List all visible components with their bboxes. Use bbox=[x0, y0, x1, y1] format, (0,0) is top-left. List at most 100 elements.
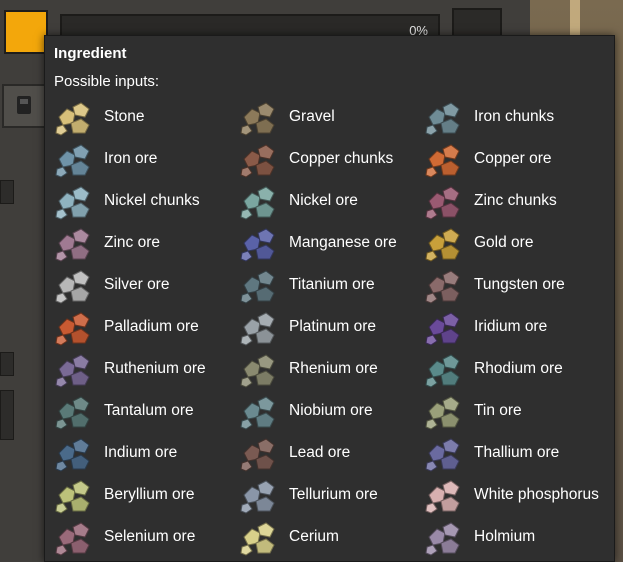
thallium-ore-icon bbox=[425, 438, 460, 472]
ingredient-label: Selenium ore bbox=[104, 528, 196, 545]
ingredient-item: Rhodium ore bbox=[423, 348, 608, 390]
ingredient-item: Stone bbox=[53, 96, 238, 138]
ingredient-item: Rhenium ore bbox=[238, 348, 423, 390]
ingredient-label: Ruthenium ore bbox=[104, 360, 206, 377]
ingredient-label: Zinc chunks bbox=[474, 192, 557, 209]
nickel-ore-icon bbox=[240, 186, 275, 220]
ingredient-label: Tin ore bbox=[474, 402, 522, 419]
side-button[interactable] bbox=[0, 180, 14, 204]
ingredient-label: Copper chunks bbox=[289, 150, 394, 167]
possible-inputs-grid: Stone Gravel Iron chunks Iron ore Copper chu… bbox=[53, 96, 613, 558]
ingredient-label: Thallium ore bbox=[474, 444, 560, 461]
ingredient-label: Zinc ore bbox=[104, 234, 160, 251]
ingredient-label: Indium ore bbox=[104, 444, 178, 461]
ingredient-label: Silver ore bbox=[104, 276, 170, 293]
ingredient-label: Iron chunks bbox=[474, 108, 555, 125]
ingredient-label: Gravel bbox=[289, 108, 335, 125]
ingredient-label: Platinum ore bbox=[289, 318, 377, 335]
tooltip-subtitle: Possible inputs: bbox=[54, 73, 160, 90]
white-phosphorus-icon bbox=[425, 480, 460, 514]
ingredient-item: Beryllium ore bbox=[53, 474, 238, 516]
fuel-slot[interactable] bbox=[2, 84, 46, 128]
ingredient-label: Manganese ore bbox=[289, 234, 397, 251]
copper-chunks-icon bbox=[240, 144, 275, 178]
ingredient-item: Silver ore bbox=[53, 264, 238, 306]
manganese-ore-icon bbox=[240, 228, 275, 262]
ingredient-label: Titanium ore bbox=[289, 276, 375, 293]
ingredient-item: Indium ore bbox=[53, 432, 238, 474]
ingredient-label: Iridium ore bbox=[474, 318, 548, 335]
ingredient-item: Tantalum ore bbox=[53, 390, 238, 432]
ingredient-label: White phosphorus bbox=[474, 486, 599, 503]
platinum-ore-icon bbox=[240, 312, 275, 346]
ingredient-item: Thallium ore bbox=[423, 432, 608, 474]
ingredient-item: Nickel chunks bbox=[53, 180, 238, 222]
holmium-icon bbox=[425, 522, 460, 556]
ingredient-item: Tin ore bbox=[423, 390, 608, 432]
ingredient-item: Copper ore bbox=[423, 138, 608, 180]
ingredient-label: Rhenium ore bbox=[289, 360, 378, 377]
tellurium-ore-icon bbox=[240, 480, 275, 514]
zinc-ore-icon bbox=[55, 228, 90, 262]
ingredient-item: Niobium ore bbox=[238, 390, 423, 432]
ruthenium-ore-icon bbox=[55, 354, 90, 388]
ingredient-label: Palladium ore bbox=[104, 318, 199, 335]
ingredient-item: Palladium ore bbox=[53, 306, 238, 348]
niobium-ore-icon bbox=[240, 396, 275, 430]
iridium-ore-icon bbox=[425, 312, 460, 346]
ingredient-label: Copper ore bbox=[474, 150, 552, 167]
ingredient-item: Gravel bbox=[238, 96, 423, 138]
ingredient-label: Stone bbox=[104, 108, 145, 125]
tooltip-title: Ingredient bbox=[54, 45, 127, 62]
ingredient-label: Nickel chunks bbox=[104, 192, 200, 209]
ingredient-item: Zinc ore bbox=[53, 222, 238, 264]
gold-ore-icon bbox=[425, 228, 460, 262]
beryllium-ore-icon bbox=[55, 480, 90, 514]
ingredient-item: Selenium ore bbox=[53, 516, 238, 558]
fuel-pump-icon bbox=[17, 96, 31, 114]
gravel-icon bbox=[240, 102, 275, 136]
rhenium-ore-icon bbox=[240, 354, 275, 388]
ingredient-item: Iron ore bbox=[53, 138, 238, 180]
tungsten-ore-icon bbox=[425, 270, 460, 304]
selenium-ore-icon bbox=[55, 522, 90, 556]
ingredient-label: Rhodium ore bbox=[474, 360, 563, 377]
ingredient-label: Gold ore bbox=[474, 234, 534, 251]
ingredient-label: Tantalum ore bbox=[104, 402, 194, 419]
rhodium-ore-icon bbox=[425, 354, 460, 388]
palladium-ore-icon bbox=[55, 312, 90, 346]
silver-ore-icon bbox=[55, 270, 90, 304]
ingredient-tooltip: Ingredient Possible inputs: Stone Gravel I… bbox=[44, 35, 615, 562]
indium-ore-icon bbox=[55, 438, 90, 472]
ingredient-item: Tellurium ore bbox=[238, 474, 423, 516]
ingredient-item: Manganese ore bbox=[238, 222, 423, 264]
ingredient-label: Niobium ore bbox=[289, 402, 373, 419]
zinc-chunks-icon bbox=[425, 186, 460, 220]
recipe-slot[interactable] bbox=[4, 10, 48, 54]
ingredient-item: Copper chunks bbox=[238, 138, 423, 180]
iron-chunks-icon bbox=[425, 102, 460, 136]
titanium-ore-icon bbox=[240, 270, 275, 304]
side-slot[interactable] bbox=[0, 390, 14, 440]
tantalum-ore-icon bbox=[55, 396, 90, 430]
ingredient-item: Iridium ore bbox=[423, 306, 608, 348]
ingredient-item: Nickel ore bbox=[238, 180, 423, 222]
ingredient-item: Holmium bbox=[423, 516, 608, 558]
ingredient-item: Tungsten ore bbox=[423, 264, 608, 306]
ingredient-label: Tungsten ore bbox=[474, 276, 565, 293]
iron-ore-icon bbox=[55, 144, 90, 178]
side-button[interactable] bbox=[0, 352, 14, 376]
ingredient-label: Tellurium ore bbox=[289, 486, 378, 503]
cerium-icon bbox=[240, 522, 275, 556]
stone-icon bbox=[55, 102, 90, 136]
ingredient-item: Titanium ore bbox=[238, 264, 423, 306]
ingredient-label: Beryllium ore bbox=[104, 486, 195, 503]
lead-ore-icon bbox=[240, 438, 275, 472]
nickel-chunks-icon bbox=[55, 186, 90, 220]
ingredient-item: Cerium bbox=[238, 516, 423, 558]
ingredient-label: Holmium bbox=[474, 528, 536, 545]
ingredient-label: Lead ore bbox=[289, 444, 351, 461]
tin-ore-icon bbox=[425, 396, 460, 430]
ingredient-label: Nickel ore bbox=[289, 192, 358, 209]
ingredient-label: Cerium bbox=[289, 528, 339, 545]
